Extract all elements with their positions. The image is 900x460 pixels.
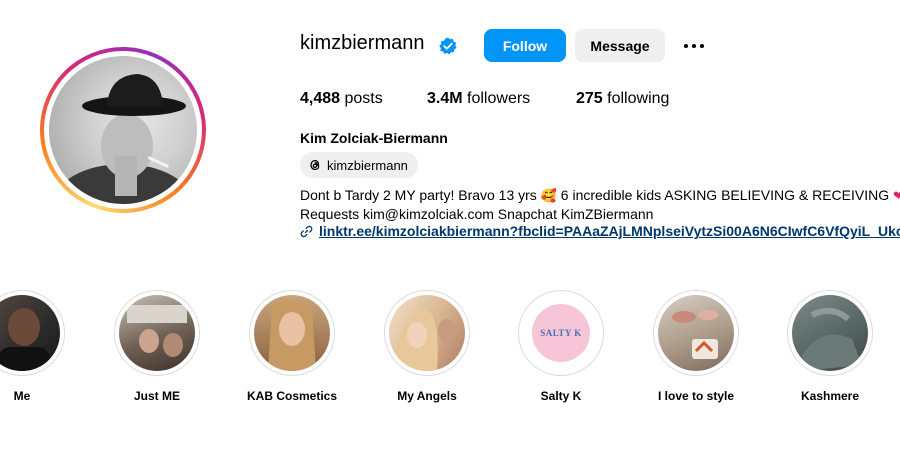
full-name: Kim Zolciak-Biermann: [300, 130, 448, 146]
threads-badge[interactable]: kimzbiermann: [300, 152, 418, 178]
highlight-label: My Angels: [397, 389, 457, 403]
red-heart-emoji: ❤: [893, 188, 900, 203]
story-ring[interactable]: [40, 47, 206, 213]
highlight-cover: [792, 295, 868, 371]
followers-count: 3.4M: [427, 90, 463, 107]
highlight-cover: [0, 295, 60, 371]
posts-label: posts: [344, 90, 383, 107]
highlight-kab-cosmetics[interactable]: KAB Cosmetics: [242, 290, 342, 403]
highlight-ring: [653, 290, 739, 376]
highlight-cover: [658, 295, 734, 371]
highlight-salty-k[interactable]: SALTY K Salty K: [511, 290, 611, 403]
bio-line-2: Requests kim@kimzolciak.com Snapchat Kim…: [300, 206, 654, 222]
highlight-me[interactable]: Me: [0, 290, 72, 403]
highlight-label: Salty K: [540, 389, 582, 403]
highlight-ring: [787, 290, 873, 376]
bio-text-b: 6 incredible kids ASKING BELIEVING & REC…: [560, 187, 890, 203]
highlight-kashmere[interactable]: Kashmere: [780, 290, 880, 403]
highlight-label: KAB Cosmetics: [246, 389, 338, 403]
threads-icon: [310, 159, 320, 171]
profile-link-text: linktr.ee/kimzolciakbiermann?fbclid=PAAa…: [319, 223, 900, 239]
highlight-cover: [119, 295, 195, 371]
following-stat[interactable]: 275 following: [576, 90, 669, 108]
highlight-cover: SALTY K: [523, 295, 599, 371]
threads-handle: kimzbiermann: [327, 157, 408, 173]
highlight-label: I love to style: [657, 389, 735, 403]
profile-link[interactable]: linktr.ee/kimzolciakbiermann?fbclid=PAAa…: [300, 223, 900, 239]
bio-text-a: Dont b Tardy 2 MY party! Bravo 13 yrs: [300, 187, 537, 203]
highlight-ring: [114, 290, 200, 376]
highlight-label: Kashmere: [800, 389, 860, 403]
highlight-ring: [0, 290, 65, 376]
posts-stat: 4,488 posts: [300, 90, 383, 108]
highlight-my-angels[interactable]: My Angels: [377, 290, 477, 403]
avatar[interactable]: [49, 56, 197, 204]
verified-badge-icon: [439, 37, 457, 55]
bio-line-1: Dont b Tardy 2 MY party! Bravo 13 yrs 🥰 …: [300, 187, 900, 204]
highlight-cover: [389, 295, 465, 371]
following-count: 275: [576, 90, 603, 107]
highlight-ring: [384, 290, 470, 376]
followers-stat[interactable]: 3.4M followers: [427, 90, 530, 108]
highlight-label: Just ME: [133, 389, 180, 403]
message-button[interactable]: Message: [575, 29, 665, 62]
salty-k-logo: SALTY K: [532, 304, 590, 362]
highlight-ring: [249, 290, 335, 376]
followers-label: followers: [467, 90, 531, 107]
highlight-cover: [254, 295, 330, 371]
highlight-label: Me: [13, 389, 31, 403]
more-options-icon[interactable]: [684, 36, 708, 56]
link-icon: [300, 225, 313, 237]
avatar-border: [44, 51, 202, 209]
highlight-just-me[interactable]: Just ME: [107, 290, 207, 403]
highlight-ring: SALTY K: [518, 290, 604, 376]
highlight-i-love-to-style[interactable]: I love to style: [646, 290, 746, 403]
avatar-photo: [53, 74, 193, 204]
following-label: following: [607, 90, 670, 107]
posts-count: 4,488: [300, 90, 341, 107]
username: kimzbiermann: [300, 32, 425, 54]
smiling-hearts-emoji: 🥰: [540, 188, 557, 203]
follow-button[interactable]: Follow: [484, 29, 566, 62]
